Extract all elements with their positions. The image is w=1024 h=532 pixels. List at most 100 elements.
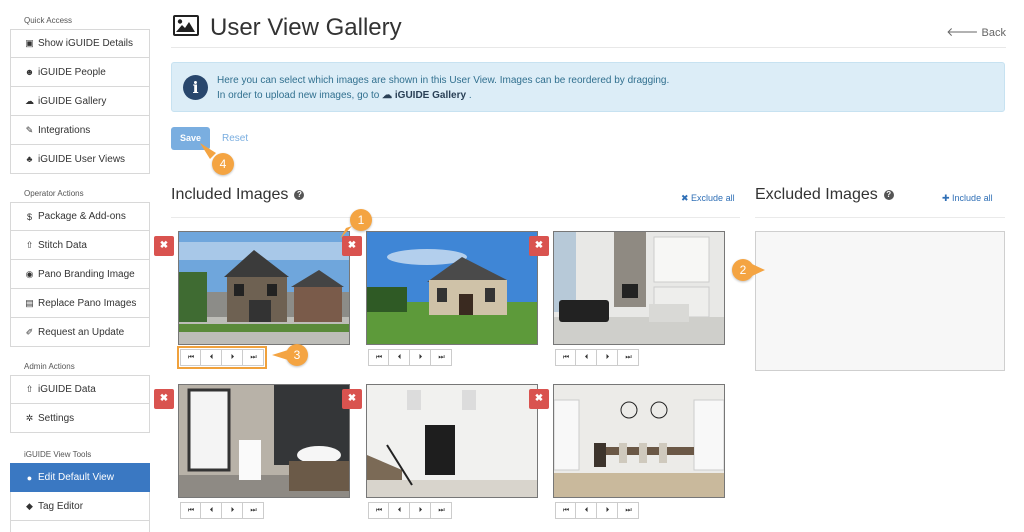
arrow-left-icon: 🡐 — [946, 25, 979, 39]
page-header: User View Gallery 🡐 Back — [171, 10, 1006, 48]
sidebar-item-iguide-gallery[interactable]: ☁ iGUIDE Gallery — [10, 87, 150, 116]
alert-line-2: In order to upload new images, go to ☁ i… — [217, 90, 472, 101]
gallery-link-label: iGUIDE Gallery — [394, 90, 467, 101]
sidebar-item-label: iGUIDE People — [38, 66, 106, 78]
sidebar-item-more[interactable] — [10, 521, 150, 532]
move-first-button[interactable]: ⏮ — [180, 349, 201, 366]
include-all-label: Include all — [952, 193, 993, 203]
included-images-heading: Included Images? — [171, 186, 305, 204]
move-last-button[interactable]: ⏭ — [431, 502, 452, 519]
reorder-controls: ⏮ ⏴ ⏵ ⏭ — [177, 346, 267, 369]
help-icon[interactable]: ? — [294, 189, 305, 200]
sidebar-item-integrations[interactable]: ✎ Integrations — [10, 116, 150, 145]
sidebar-item-iguide-people[interactable]: ☻ iGUIDE People — [10, 58, 150, 87]
move-last-button[interactable]: ⏭ — [618, 502, 639, 519]
callout-3-pointer — [272, 350, 288, 360]
move-next-button[interactable]: ⏵ — [410, 502, 431, 519]
gears-icon: ✲ — [25, 412, 34, 423]
sidebar-item-iguide-data[interactable]: ⇧ iGUIDE Data — [10, 375, 150, 404]
sidebar-item-tag-editor[interactable]: ◆ Tag Editor — [10, 492, 150, 521]
move-next-button[interactable]: ⏵ — [222, 502, 243, 519]
gallery-link[interactable]: ☁ iGUIDE Gallery — [382, 90, 466, 101]
help-icon[interactable]: ? — [883, 189, 894, 200]
sidebar-item-label: Package & Add-ons — [38, 211, 126, 222]
move-first-button[interactable]: ⏮ — [368, 502, 389, 519]
callout-3: 3 — [286, 344, 308, 366]
move-prev-button[interactable]: ⏴ — [576, 349, 597, 366]
move-first-button[interactable]: ⏮ — [555, 349, 576, 366]
section-label-operator-actions: Operator Actions — [24, 189, 84, 198]
sidebar-item-label: iGUIDE Gallery — [38, 95, 107, 107]
sidebar-item-iguide-user-views[interactable]: ♣ iGUIDE User Views — [10, 145, 150, 174]
move-prev-button[interactable]: ⏴ — [201, 349, 222, 366]
back-label: Back — [981, 27, 1006, 39]
section-label-view-tools: iGUIDE View Tools — [24, 450, 92, 459]
alert-line-2-suffix: . — [468, 90, 472, 101]
people-icon: ☻ — [24, 67, 35, 77]
remove-image-button[interactable]: ✖ — [529, 389, 549, 409]
reorder-controls: ⏮ ⏴ ⏵ ⏭ — [368, 349, 452, 366]
image-thumbnail[interactable] — [366, 384, 538, 498]
alert-line-2-prefix: In order to upload new images, go to — [217, 90, 380, 101]
remove-image-button[interactable]: ✖ — [529, 236, 549, 256]
sidebar-item-replace-pano-images[interactable]: ▤ Replace Pano Images — [10, 289, 150, 318]
info-icon: i — [183, 75, 208, 100]
callout-4-pointer — [200, 143, 216, 159]
exclude-all-link[interactable]: ✖ Exclude all — [681, 193, 735, 204]
image-file-icon: ▤ — [25, 297, 34, 308]
include-all-link[interactable]: ✚ Include all — [942, 193, 993, 204]
move-next-button[interactable]: ⏵ — [597, 502, 618, 519]
reorder-controls: ⏮ ⏴ ⏵ ⏭ — [555, 349, 639, 366]
image-thumbnail[interactable] — [178, 384, 350, 498]
sidebar-item-label: Replace Pano Images — [38, 297, 137, 309]
upload-icon: ⇧ — [25, 239, 34, 250]
remove-image-button[interactable]: ✖ — [342, 389, 362, 409]
image-thumbnail[interactable] — [553, 231, 725, 345]
section-label-quick-access: Quick Access — [24, 16, 73, 25]
excluded-title: Excluded Images — [755, 186, 878, 203]
sidebar: Quick Access ▣ Show iGUIDE Details ☻ iGUID… — [0, 0, 158, 532]
move-first-button[interactable]: ⏮ — [555, 502, 576, 519]
move-last-button[interactable]: ⏭ — [431, 349, 452, 366]
move-last-button[interactable]: ⏭ — [243, 502, 264, 519]
dot-circle-icon: ◉ — [25, 268, 34, 279]
move-next-button[interactable]: ⏵ — [597, 349, 618, 366]
sidebar-item-label: Stitch Data — [38, 239, 87, 251]
back-link[interactable]: 🡐 Back — [946, 24, 1006, 39]
move-next-button[interactable]: ⏵ — [410, 349, 431, 366]
image-thumbnail[interactable] — [553, 384, 725, 498]
sidebar-item-label: Request an Update — [38, 326, 125, 338]
alert-line-1: Here you can select which images are sho… — [217, 75, 670, 86]
excluded-images-dropzone[interactable] — [755, 231, 1005, 371]
sidebar-item-request-update[interactable]: ✐ Request an Update — [10, 318, 150, 347]
sidebar-item-label: Tag Editor — [38, 500, 84, 512]
move-last-button[interactable]: ⏭ — [243, 349, 264, 366]
page-title: User View Gallery — [210, 14, 402, 41]
sidebar-item-label: Settings — [38, 412, 75, 424]
remove-image-button[interactable]: ✖ — [154, 236, 174, 256]
remove-image-button[interactable]: ✖ — [154, 389, 174, 409]
move-prev-button[interactable]: ⏴ — [389, 349, 410, 366]
included-title: Included Images — [171, 186, 289, 203]
sidebar-item-pano-branding-image[interactable]: ◉ Pano Branding Image — [10, 260, 150, 289]
move-first-button[interactable]: ⏮ — [368, 349, 389, 366]
section-label-admin-actions: Admin Actions — [24, 362, 75, 371]
image-thumbnail[interactable] — [178, 231, 350, 345]
excluded-images-heading: Excluded Images? — [755, 186, 894, 204]
image-thumbnail[interactable] — [366, 231, 538, 345]
reset-link[interactable]: Reset — [222, 133, 248, 144]
tag-icon: ◆ — [26, 500, 33, 511]
move-first-button[interactable]: ⏮ — [180, 502, 201, 519]
sidebar-item-edit-default-view[interactable]: ● Edit Default View — [10, 463, 150, 492]
move-prev-button[interactable]: ⏴ — [576, 502, 597, 519]
sidebar-item-label: iGUIDE User Views — [38, 153, 126, 165]
sidebar-item-package-addons[interactable]: $ Package & Add-ons — [10, 202, 150, 231]
move-prev-button[interactable]: ⏴ — [389, 502, 410, 519]
sidebar-item-show-iguide-details[interactable]: ▣ Show iGUIDE Details — [10, 29, 150, 58]
move-next-button[interactable]: ⏵ — [222, 349, 243, 366]
move-prev-button[interactable]: ⏴ — [201, 502, 222, 519]
cloud-icon: ☁ — [25, 95, 34, 106]
sidebar-item-settings[interactable]: ✲ Settings — [10, 404, 150, 433]
sidebar-item-stitch-data[interactable]: ⇧ Stitch Data — [10, 231, 150, 260]
move-last-button[interactable]: ⏭ — [618, 349, 639, 366]
